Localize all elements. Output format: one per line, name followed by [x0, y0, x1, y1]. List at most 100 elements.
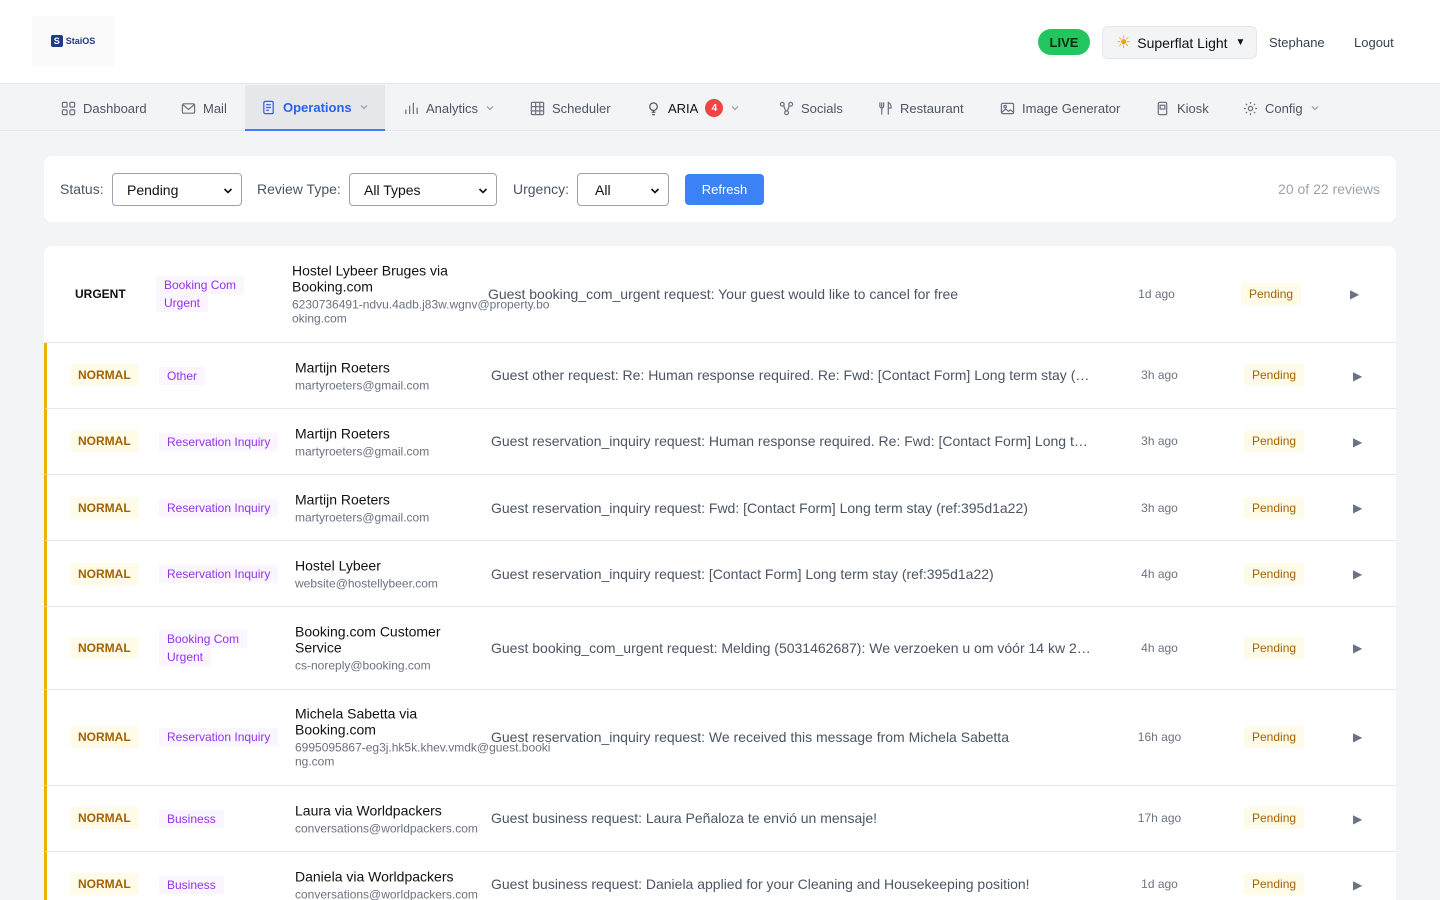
sender-name: Martijn Roeters: [295, 491, 390, 508]
user-name[interactable]: Stephane: [1269, 35, 1325, 50]
review-time: 16h ago: [1137, 730, 1182, 744]
sender-name: Laura via Worldpackers: [295, 802, 442, 819]
review-time: 1d ago: [1138, 287, 1175, 301]
sender-info: Daniela via Worldpackers conversations@w…: [295, 869, 485, 900]
tab-label: Dashboard: [83, 100, 147, 116]
chevron-down-icon: [223, 188, 233, 194]
sender-name: Booking.com Customer Service: [295, 623, 441, 656]
review-row[interactable]: NORMAL Business Laura via Worldpackers c…: [44, 786, 1396, 852]
expand-arrow-icon[interactable]: ▶: [1353, 730, 1362, 744]
refresh-button[interactable]: Refresh: [685, 174, 764, 205]
sender-name: Hostel Lybeer Bruges via Booking.com: [292, 262, 448, 295]
expand-arrow-icon[interactable]: ▶: [1353, 435, 1362, 449]
review-time: 3h ago: [1141, 368, 1178, 382]
expand-arrow-icon[interactable]: ▶: [1353, 812, 1362, 826]
app-logo[interactable]: S StaiOS: [32, 16, 114, 66]
review-type-tag: Reservation Inquiry: [159, 728, 279, 746]
tab-restaurant[interactable]: Restaurant: [878, 85, 964, 131]
mail-icon: [181, 102, 196, 114]
review-row[interactable]: NORMAL Reservation Inquiry Hostel Lybeer…: [44, 541, 1396, 607]
urgency-label: NORMAL: [70, 873, 139, 895]
sun-icon: ☀: [1116, 33, 1132, 52]
bar-chart-icon: [405, 102, 418, 114]
review-list: URGENT Booking Com Urgent Hostel Lybeer …: [44, 246, 1396, 900]
urgency-select-value: All: [595, 181, 611, 198]
tab-label: ARIA: [668, 100, 699, 116]
review-time: 3h ago: [1141, 501, 1178, 515]
tab-mail[interactable]: Mail: [181, 85, 227, 131]
tab-image-generator[interactable]: Image Generator: [1000, 85, 1120, 131]
kiosk-icon: [1157, 101, 1168, 115]
tab-label: Socials: [801, 100, 843, 116]
expand-arrow-icon[interactable]: ▶: [1350, 287, 1359, 301]
chevron-down-icon: [1311, 106, 1319, 111]
review-type-select-value: All Types: [364, 181, 421, 198]
tab-kiosk[interactable]: Kiosk: [1155, 85, 1209, 131]
urgency-label: NORMAL: [70, 637, 139, 659]
expand-arrow-icon[interactable]: ▶: [1353, 369, 1362, 383]
expand-arrow-icon[interactable]: ▶: [1353, 641, 1362, 655]
review-time: 3h ago: [1141, 434, 1178, 448]
chevron-down-icon: [486, 106, 494, 111]
logout-link[interactable]: Logout: [1354, 35, 1394, 50]
urgency-label: URGENT: [75, 287, 126, 301]
tab-dashboard[interactable]: Dashboard: [61, 85, 147, 131]
review-row[interactable]: NORMAL Reservation Inquiry Michela Sabet…: [44, 690, 1396, 786]
live-badge[interactable]: LIVE: [1038, 29, 1090, 55]
review-type-tag: Business: [159, 876, 224, 894]
review-row[interactable]: NORMAL Business Daniela via Worldpackers…: [44, 852, 1396, 900]
review-type-select[interactable]: All Types: [349, 173, 497, 206]
logo-mark-icon: S: [50, 35, 63, 47]
urgency-label: NORMAL: [70, 430, 139, 452]
chevron-down-icon: [360, 105, 368, 110]
table-icon: [530, 101, 545, 115]
review-row[interactable]: NORMAL Booking Com Urgent Booking.com Cu…: [44, 607, 1396, 690]
sender-name: Martijn Roeters: [295, 359, 390, 376]
review-time: 17h ago: [1137, 811, 1182, 825]
review-type-tag: Booking Com Urgent: [159, 630, 248, 666]
review-type-tag: Reservation Inquiry: [159, 499, 279, 517]
sender-info: Hostel Lybeer Bruges via Booking.com 623…: [292, 262, 549, 326]
tab-analytics[interactable]: Analytics: [404, 85, 495, 131]
tab-label: Restaurant: [900, 100, 964, 116]
chevron-down-icon: [478, 188, 488, 194]
urgency-label: NORMAL: [70, 726, 139, 748]
sender-email: conversations@worldpackers.com: [295, 821, 478, 836]
review-message: Guest booking_com_urgent request: Meldin…: [491, 640, 1091, 656]
status-badge: Pending: [1244, 497, 1305, 519]
tab-label: Analytics: [426, 100, 479, 116]
sender-email: martyroeters@gmail.com: [295, 510, 430, 525]
sender-email: martyroeters@gmail.com: [295, 378, 430, 393]
tab-label: Config: [1265, 100, 1303, 116]
review-row[interactable]: URGENT Booking Com Urgent Hostel Lybeer …: [44, 246, 1396, 343]
review-row[interactable]: NORMAL Reservation Inquiry Martijn Roete…: [44, 475, 1396, 541]
theme-selector[interactable]: ☀ Superflat Light ▼: [1102, 26, 1257, 59]
grid-icon: [61, 101, 76, 115]
tab-operations[interactable]: Operations: [245, 85, 385, 131]
chevron-down-icon: [650, 188, 660, 194]
expand-arrow-icon[interactable]: ▶: [1353, 567, 1362, 581]
chevron-down-icon: [731, 106, 739, 111]
review-message: Guest reservation_inquiry request: We re…: [491, 729, 1009, 745]
bulb-icon: [649, 101, 658, 115]
urgency-select[interactable]: All: [577, 173, 669, 206]
sender-info: Martijn Roeters martyroeters@gmail.com: [295, 360, 485, 393]
tab-socials[interactable]: Socials: [779, 85, 843, 131]
status-badge: Pending: [1244, 364, 1305, 386]
expand-arrow-icon[interactable]: ▶: [1353, 501, 1362, 515]
tab-config[interactable]: Config: [1243, 85, 1320, 131]
review-time: 4h ago: [1141, 567, 1178, 581]
document-icon: [263, 100, 274, 114]
review-time: 1d ago: [1141, 877, 1178, 891]
tab-aria[interactable]: ARIA 4: [646, 85, 740, 131]
top-header: S StaiOS LIVE ☀ Superflat Light ▼ Stepha…: [0, 0, 1440, 84]
review-row[interactable]: NORMAL Other Martijn Roeters martyroeter…: [44, 343, 1396, 409]
review-message: Guest business request: Daniela applied …: [491, 876, 1030, 892]
status-badge: Pending: [1244, 637, 1305, 659]
review-row[interactable]: NORMAL Reservation Inquiry Martijn Roete…: [44, 409, 1396, 475]
expand-arrow-icon[interactable]: ▶: [1353, 878, 1362, 892]
status-select[interactable]: Pending: [112, 173, 242, 206]
sender-info: Booking.com Customer Service cs-noreply@…: [295, 624, 485, 673]
sender-email: conversations@worldpackers.com: [295, 887, 478, 900]
tab-scheduler[interactable]: Scheduler: [530, 85, 611, 131]
